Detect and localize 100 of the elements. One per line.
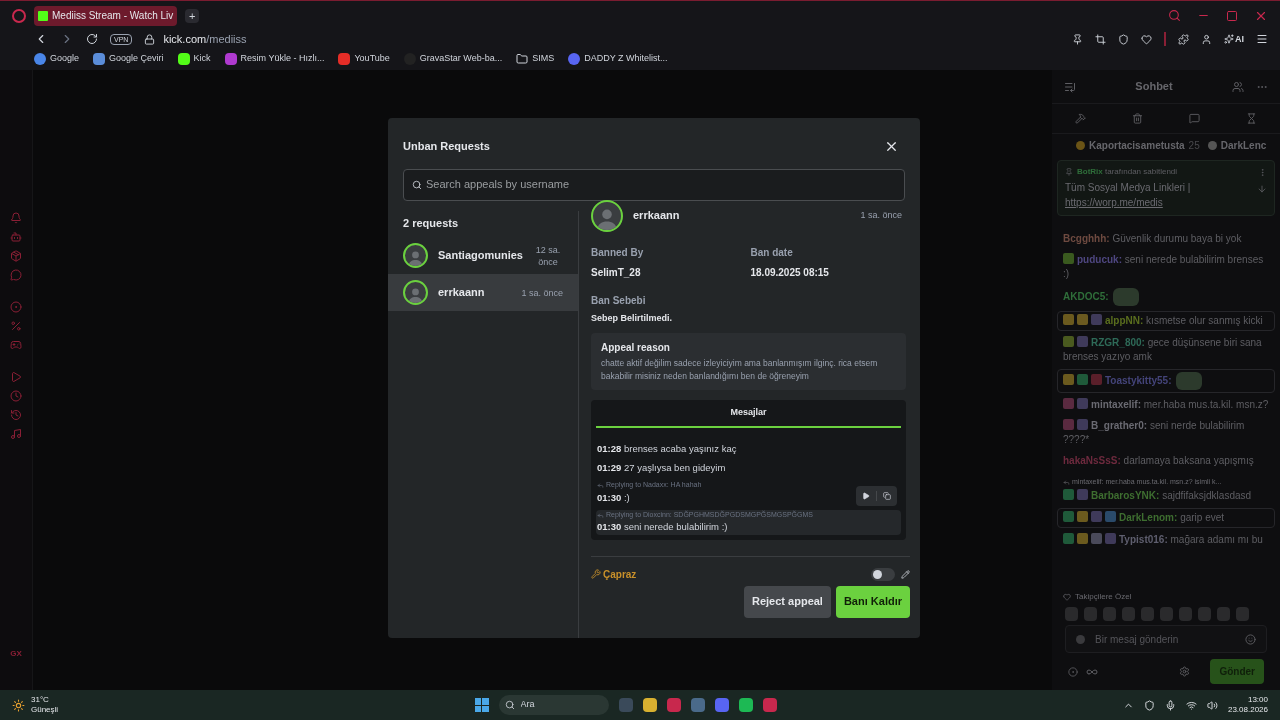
- heart-icon[interactable]: [1141, 33, 1152, 45]
- reply-icon: [597, 481, 604, 489]
- chat-message: B_grather0: seni nerde bulabilirim ????*: [1063, 419, 1246, 447]
- sidebar-icon[interactable]: [10, 390, 22, 402]
- microphone-icon[interactable]: [1164, 699, 1176, 711]
- points-icon[interactable]: [1068, 666, 1078, 677]
- leaderboard-count: 25: [1188, 138, 1200, 153]
- chat-message: hakaNsSsS: darlamaya baksana yapışmış: [1063, 454, 1255, 468]
- bookmark-link[interactable]: GravaStar Web-ba...: [419, 52, 503, 66]
- bookmark-link[interactable]: Google: [50, 52, 80, 66]
- chat-message: Toastykitty55:: [1063, 372, 1269, 390]
- snapshot-icon[interactable]: [1095, 33, 1106, 45]
- reload-icon[interactable]: [86, 33, 98, 46]
- avatar: [403, 243, 428, 268]
- hourglass-icon[interactable]: [1246, 113, 1257, 124]
- copy-icon[interactable]: [883, 491, 891, 500]
- message-input-text[interactable]: Bir mesaj gönderin: [1095, 631, 1235, 647]
- unban-button[interactable]: Banı Kaldır: [835, 585, 910, 618]
- sidebar-icon[interactable]: [10, 231, 22, 243]
- settings-icon[interactable]: [1179, 666, 1191, 677]
- expand-icon[interactable]: [1257, 184, 1267, 194]
- browser-logo-icon[interactable]: [12, 8, 26, 23]
- field-label: Ban Sebebi: [591, 293, 647, 308]
- new-tab-button[interactable]: +: [185, 8, 200, 23]
- pin-icon[interactable]: [1072, 33, 1083, 45]
- security-icon[interactable]: [1143, 699, 1155, 711]
- clock-date[interactable]: 23.08.2026: [1227, 705, 1268, 715]
- reply-icon: [597, 511, 604, 519]
- emoji-icon[interactable]: [1245, 633, 1256, 645]
- shield-icon[interactable]: [1118, 33, 1129, 45]
- field-label: Banned By: [591, 245, 645, 260]
- menu-icon[interactable]: [1256, 33, 1268, 46]
- reply-icon: [1063, 478, 1070, 486]
- pinned-link[interactable]: https://worp.me/medis: [1065, 195, 1257, 210]
- start-icon[interactable]: [474, 698, 489, 712]
- tab-title: Mediiss Stream - Watch Liv: [52, 9, 174, 24]
- folder-icon: [516, 53, 529, 66]
- ai-button[interactable]: AI: [1224, 32, 1244, 47]
- sidebar-icon[interactable]: [10, 269, 22, 281]
- bookmark-link[interactable]: YouTube: [354, 52, 390, 66]
- kick-icon: [38, 10, 48, 21]
- emote-icon[interactable]: [1076, 634, 1085, 644]
- chat-icon[interactable]: [1189, 113, 1200, 124]
- bookmark-link[interactable]: Resim Yükle - Hızlı...: [240, 52, 325, 66]
- bookmark-link[interactable]: DADDY Z Whitelist...: [584, 52, 668, 66]
- taskbar-search[interactable]: Ara: [498, 695, 609, 715]
- reject-button[interactable]: Reject appeal: [744, 585, 831, 618]
- message-text: 01:30 :): [597, 490, 630, 505]
- toggle-switch[interactable]: [871, 567, 895, 581]
- request-item[interactable]: Santiagomunies 12 sa. önce: [388, 237, 578, 274]
- users-icon[interactable]: [1232, 80, 1244, 93]
- trash-icon[interactable]: [1132, 113, 1143, 124]
- search-field[interactable]: Search appeals by username: [403, 168, 905, 201]
- play-icon[interactable]: [862, 491, 870, 500]
- taskbar-search-input[interactable]: Ara: [520, 698, 603, 712]
- bookmark-link[interactable]: Kick: [193, 52, 211, 66]
- bookmark-link[interactable]: Google Çeviri: [109, 52, 164, 66]
- chat-message: Typist016: mağara adamı mı bu: [1063, 533, 1269, 547]
- edit-icon[interactable]: [901, 569, 910, 579]
- sidebar-icon[interactable]: [10, 428, 22, 440]
- taskbar-app-icon[interactable]: [642, 698, 657, 712]
- browser-tab[interactable]: Mediiss Stream - Watch Liv: [34, 5, 178, 26]
- address-bar[interactable]: kick.com/mediiss: [163, 31, 247, 48]
- pinned-by: BotRix tarafından sabitlendi: [1077, 166, 1179, 178]
- pinned-text: Tüm Sosyal Medya Linkleri |: [1065, 181, 1192, 195]
- maximize-icon[interactable]: [1226, 9, 1238, 22]
- clock-time[interactable]: 13:00: [1247, 695, 1268, 705]
- messages-tab[interactable]: Mesajlar: [596, 400, 901, 428]
- volume-icon[interactable]: [1206, 699, 1218, 711]
- request-item[interactable]: errkaann 1 sa. önce: [388, 274, 578, 311]
- taskbar-app-icon[interactable]: [738, 698, 753, 712]
- field-value: 18.09.2025 08:15: [750, 265, 830, 280]
- collapse-icon[interactable]: [1064, 80, 1076, 93]
- sidebar-icon[interactable]: [10, 371, 22, 383]
- sidebar-icon[interactable]: [10, 250, 22, 262]
- sidebar-icon[interactable]: [10, 409, 22, 421]
- profile-icon[interactable]: [1201, 33, 1212, 45]
- bookmark-link[interactable]: SIMS: [532, 52, 555, 66]
- ban-icon[interactable]: [1075, 113, 1086, 124]
- field-label: Ban date: [750, 245, 794, 260]
- taskbar-app-icon[interactable]: [714, 698, 729, 712]
- chat-title: Sohbet: [1134, 79, 1174, 95]
- site-icon: [177, 53, 190, 66]
- sidebar-icon[interactable]: [10, 320, 22, 332]
- field-value: SelimT_28: [591, 265, 642, 280]
- request-time: 1 sa. önce: [860, 208, 902, 222]
- chat-message: BarbarosYNK: sajdfifaksjdklasdasd: [1063, 489, 1269, 503]
- request-count: 2 requests: [402, 215, 460, 231]
- extensions-icon[interactable]: [1178, 33, 1189, 45]
- pin-icon: [1065, 168, 1073, 176]
- network-icon[interactable]: [1185, 699, 1197, 711]
- more-icon[interactable]: [1258, 167, 1267, 177]
- sidebar-icon[interactable]: [10, 212, 22, 224]
- search-input[interactable]: Search appeals by username: [426, 176, 896, 193]
- sidebar-icon[interactable]: [10, 301, 22, 313]
- sidebar-icon[interactable]: [10, 339, 22, 351]
- search-icon: [504, 700, 515, 710]
- search-icon[interactable]: [1168, 9, 1181, 23]
- message-input[interactable]: Bir mesaj gönderin: [1065, 625, 1267, 653]
- site-icon: [224, 53, 237, 66]
